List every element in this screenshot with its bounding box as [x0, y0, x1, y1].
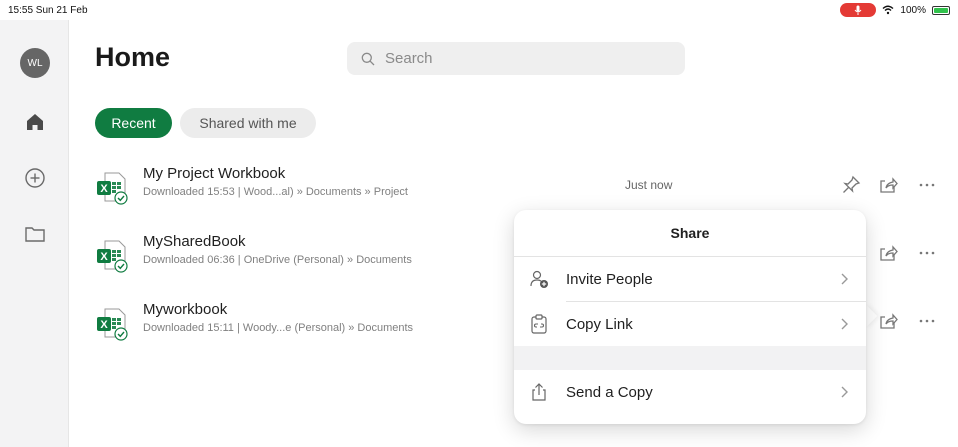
more-options-icon[interactable] [916, 242, 938, 264]
menu-item-send-a-copy[interactable]: Send a Copy [514, 370, 866, 414]
copy-link-icon [531, 314, 547, 334]
wifi-icon [882, 5, 894, 15]
avatar[interactable]: WL [20, 48, 50, 78]
chevron-right-icon [841, 318, 848, 330]
menu-item-label: Invite People [566, 270, 653, 288]
excel-file-icon: X [97, 172, 128, 205]
status-bar: 15:55 Sun 21 Feb 100% [0, 0, 958, 20]
menu-section-gap [514, 346, 866, 370]
search-icon [361, 52, 375, 65]
page-title: Home [95, 42, 171, 72]
file-name: MySharedBook [143, 233, 246, 250]
share-icon[interactable] [877, 310, 899, 332]
file-modified-time: Just now [625, 178, 673, 192]
share-icon[interactable] [877, 174, 899, 196]
pin-icon[interactable] [840, 174, 862, 196]
chevron-right-icon [841, 273, 848, 285]
invite-people-icon [530, 270, 548, 288]
chevron-right-icon [841, 386, 848, 398]
microphone-indicator-icon [840, 3, 877, 17]
excel-file-icon: X [97, 308, 128, 341]
file-name: My Project Workbook [143, 165, 286, 182]
file-location: Downloaded 15:11 | Woody...e (Personal) … [143, 322, 414, 334]
tab-shared-with-me[interactable]: Shared with me [180, 108, 316, 138]
excel-file-icon: X [97, 240, 128, 273]
file-location: Downloaded 15:53 | Wood...al) » Document… [143, 186, 408, 198]
svg-text:X: X [100, 319, 108, 331]
tab-recent[interactable]: Recent [95, 108, 172, 138]
search-bar[interactable] [347, 42, 685, 75]
battery-percent: 100% [900, 4, 926, 16]
file-row[interactable]: X My Project Workbook Downloaded 15:53 |… [95, 164, 945, 214]
send-copy-icon [532, 383, 546, 401]
share-icon[interactable] [877, 242, 899, 264]
share-popover: Share Invite People Copy Link Send a Cop… [514, 210, 866, 424]
folder-icon[interactable] [23, 222, 47, 246]
status-indicators: 100% [840, 3, 950, 17]
home-icon[interactable] [23, 110, 47, 134]
status-time-date: 15:55 Sun 21 Feb [8, 5, 88, 16]
menu-item-invite-people[interactable]: Invite People [514, 257, 866, 301]
menu-item-label: Send a Copy [566, 383, 653, 401]
file-name: Myworkbook [143, 301, 228, 318]
svg-text:X: X [100, 251, 108, 263]
more-options-icon[interactable] [916, 174, 938, 196]
file-location: Downloaded 06:36 | OneDrive (Personal) »… [143, 254, 412, 266]
menu-item-label: Copy Link [566, 315, 633, 333]
battery-icon [932, 5, 950, 15]
new-file-icon[interactable] [23, 166, 47, 190]
menu-item-copy-link[interactable]: Copy Link [514, 302, 866, 346]
svg-text:X: X [100, 183, 108, 195]
more-options-icon[interactable] [916, 310, 938, 332]
sidebar: WL [0, 20, 69, 447]
popover-title: Share [514, 210, 866, 257]
search-input[interactable] [383, 49, 667, 68]
